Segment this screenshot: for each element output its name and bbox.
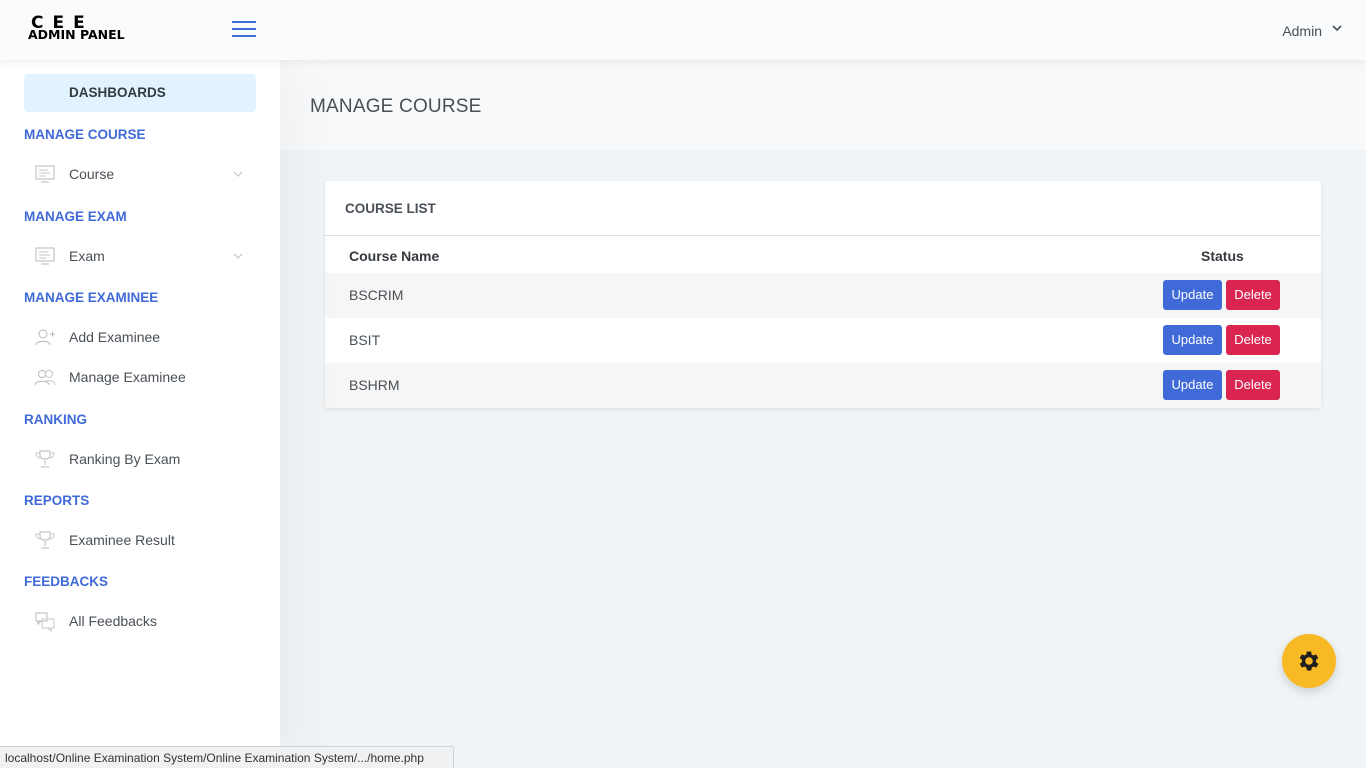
update-button[interactable]: Update (1163, 325, 1222, 355)
course-name-cell: BSCRIM (349, 287, 404, 303)
section-manage-examinee: MANAGE EXAMINEE (24, 290, 159, 305)
column-header-status: Status (1201, 248, 1244, 264)
sidebar-item-label: DASHBOARDS (69, 85, 166, 100)
monitor-icon (34, 245, 56, 267)
monitor-icon (34, 163, 56, 185)
sidebar-item-ranking-by-exam[interactable]: Ranking By Exam (24, 444, 256, 474)
course-list-card: COURSE LIST Course Name Status BSCRIM Up… (325, 181, 1321, 408)
logo[interactable]: CEE ADMIN PANEL (28, 14, 138, 46)
status-url: localhost/Online Examination System/Onli… (5, 751, 424, 765)
sidebar-item-label: All Feedbacks (69, 613, 157, 629)
table-row: BSIT Update Delete (325, 318, 1321, 363)
delete-button[interactable]: Delete (1226, 325, 1280, 355)
gear-icon (1299, 651, 1319, 671)
card-title: COURSE LIST (345, 201, 436, 216)
chevron-down-icon[interactable] (1332, 22, 1342, 36)
user-menu-button[interactable]: Admin (1282, 23, 1322, 39)
page-title: MANAGE COURSE (310, 96, 482, 117)
section-manage-course: MANAGE COURSE (24, 127, 146, 142)
sidebar-item-label: Examinee Result (69, 532, 175, 548)
chevron-down-icon (232, 167, 244, 179)
hamburger-icon (232, 21, 256, 23)
menu-toggle-button[interactable] (232, 21, 256, 37)
update-button[interactable]: Update (1163, 370, 1222, 400)
course-name-cell: BSIT (349, 332, 381, 348)
sidebar-item-label: Exam (69, 248, 105, 264)
sidebar-item-dashboards[interactable]: DASHBOARDS (24, 74, 256, 112)
update-button[interactable]: Update (1163, 280, 1222, 310)
sidebar-item-all-feedbacks[interactable]: All Feedbacks (24, 606, 256, 636)
sidebar-item-label: Manage Examinee (69, 369, 186, 385)
table-row: BSCRIM Update Delete (325, 273, 1321, 318)
sidebar-item-course[interactable]: Course (24, 159, 256, 189)
section-feedbacks: FEEDBACKS (24, 574, 109, 589)
section-ranking: RANKING (24, 412, 87, 427)
browser-status-bar: localhost/Online Examination System/Onli… (0, 746, 454, 768)
chat-icon (34, 610, 56, 633)
trophy-icon (34, 529, 56, 551)
sidebar: DASHBOARDS MANAGE COURSE Course MANAGE E… (0, 60, 280, 768)
add-user-icon (34, 326, 56, 348)
delete-button[interactable]: Delete (1226, 370, 1280, 400)
trophy-icon (34, 448, 56, 470)
sidebar-item-label: Ranking By Exam (69, 451, 181, 467)
section-manage-exam: MANAGE EXAM (24, 209, 127, 224)
sidebar-item-exam[interactable]: Exam (24, 241, 256, 271)
app-header: CEE ADMIN PANEL Admin (0, 0, 1366, 60)
card-header: COURSE LIST (325, 181, 1321, 236)
sidebar-item-manage-examinee[interactable]: Manage Examinee (24, 362, 256, 392)
sidebar-item-examinee-result[interactable]: Examinee Result (24, 525, 256, 555)
sidebar-item-label: Add Examinee (69, 329, 161, 345)
settings-button[interactable] (1282, 634, 1336, 688)
delete-button[interactable]: Delete (1226, 280, 1280, 310)
table-row: BSHRM Update Delete (325, 363, 1321, 408)
logo-bottom-text: ADMIN PANEL (28, 27, 125, 42)
page-title-bar: MANAGE COURSE (280, 60, 1366, 150)
section-reports: REPORTS (24, 493, 90, 508)
sidebar-item-add-examinee[interactable]: Add Examinee (24, 322, 256, 352)
column-header-course-name: Course Name (349, 248, 440, 264)
sidebar-item-label: Course (69, 166, 115, 182)
course-name-cell: BSHRM (349, 377, 400, 393)
users-icon (34, 366, 56, 388)
chevron-down-icon (232, 249, 244, 261)
